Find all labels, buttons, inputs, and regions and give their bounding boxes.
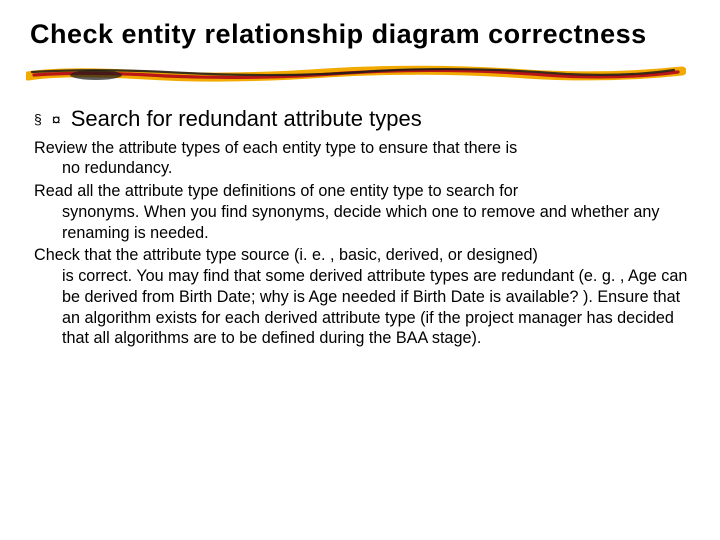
- paragraph-1: Review the attribute types of each entit…: [34, 138, 690, 179]
- subheading: Search for redundant attribute types: [71, 106, 422, 132]
- paragraph-3-first: Check that the attribute type source (i.…: [34, 245, 690, 266]
- paragraph-2-first: Read all the attribute type definitions …: [34, 181, 690, 202]
- title-underline: [30, 60, 690, 88]
- bullet-sun-icon: ¤: [52, 113, 61, 129]
- slide: Check entity relationship diagram correc…: [0, 0, 720, 540]
- subheading-row: § ¤ Search for redundant attribute types: [34, 106, 690, 132]
- slide-title: Check entity relationship diagram correc…: [30, 18, 690, 52]
- paragraph-2-rest: synonyms. When you find synonyms, decide…: [34, 202, 690, 243]
- paragraph-3: Check that the attribute type source (i.…: [34, 245, 690, 349]
- brush-stroke-icon: [26, 62, 686, 84]
- paragraph-3-rest: is correct. You may find that some deriv…: [34, 266, 690, 349]
- paragraph-2: Read all the attribute type definitions …: [34, 181, 690, 243]
- bullet-square-icon: §: [34, 112, 42, 126]
- slide-body: § ¤ Search for redundant attribute types…: [30, 106, 690, 349]
- paragraph-1-rest: no redundancy.: [34, 158, 690, 179]
- paragraph-1-first: Review the attribute types of each entit…: [34, 138, 690, 159]
